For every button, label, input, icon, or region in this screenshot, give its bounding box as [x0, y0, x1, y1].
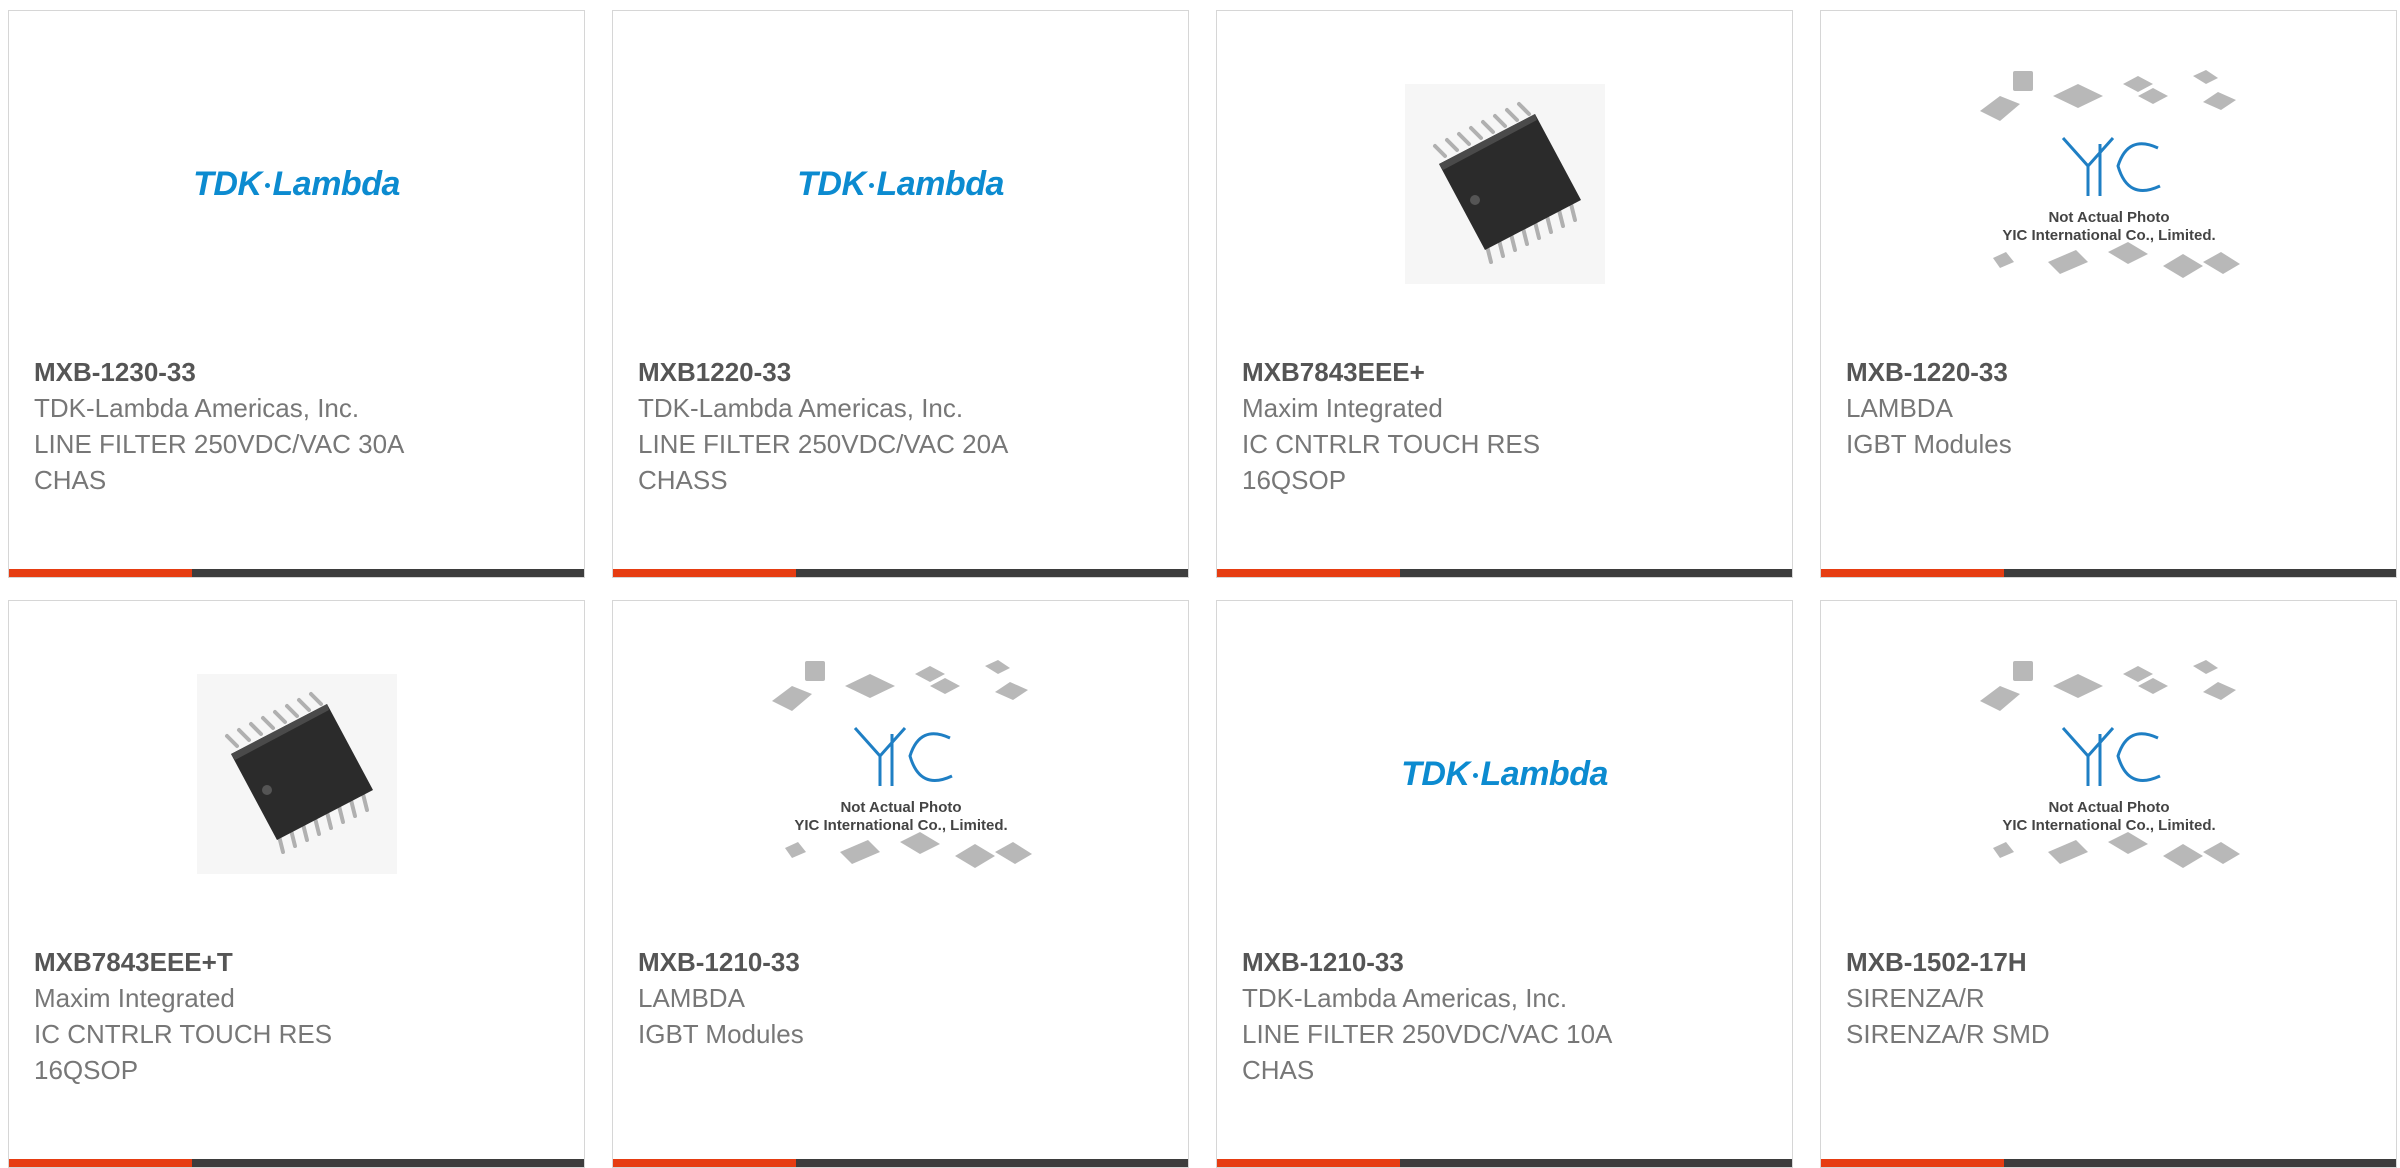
part-number[interactable]: MXB7843EEE+T — [34, 944, 444, 980]
tdk-lambda-logo: TDK Lambda — [797, 164, 1004, 203]
manufacturer: TDK-Lambda Americas, Inc. — [1242, 983, 1568, 1013]
card-footer-bar — [9, 1159, 584, 1167]
description: IC CNTRLR TOUCH RES — [34, 1019, 333, 1049]
product-info: MXB1220-33 TDK-Lambda Americas, Inc. LIN… — [638, 354, 1048, 498]
product-info: MXB7843EEE+ Maxim Integrated IC CNTRLR T… — [1242, 354, 1652, 498]
product-image[interactable]: Not Actual Photo YIC International Co., … — [1821, 659, 2396, 889]
card-footer-bar — [9, 569, 584, 577]
product-image[interactable] — [9, 659, 584, 889]
product-info: MXB-1210-33 TDK-Lambda Americas, Inc. LI… — [1242, 944, 1652, 1088]
ic-chip-photo — [1404, 84, 1605, 284]
product-card[interactable]: Not Actual Photo YIC International Co., … — [612, 600, 1189, 1168]
product-card[interactable]: MXB7843EEE+T Maxim Integrated IC CNTRLR … — [8, 600, 585, 1168]
product-card[interactable]: Not Actual Photo YIC International Co., … — [1820, 600, 2397, 1168]
product-image[interactable]: TDK Lambda — [613, 69, 1188, 299]
manufacturer: SIRENZA/R — [1846, 983, 1985, 1013]
description: LINE FILTER 250VDC/VAC 30A — [34, 429, 405, 459]
description-continued: 16QSOP — [1242, 465, 1347, 495]
product-info: MXB-1502-17H SIRENZA/R SIRENZA/R SMD — [1846, 944, 2256, 1052]
card-accent-bar — [9, 569, 192, 577]
description-continued: CHAS — [1242, 1055, 1315, 1085]
description: IGBT Modules — [638, 1019, 804, 1049]
card-footer-bar — [613, 569, 1188, 577]
card-accent-bar — [613, 1159, 796, 1167]
product-image[interactable] — [1217, 69, 1792, 299]
ic-chip-photo — [196, 674, 397, 874]
description: IC CNTRLR TOUCH RES — [1242, 429, 1541, 459]
description: IGBT Modules — [1846, 429, 2012, 459]
product-image[interactable]: TDK Lambda — [9, 69, 584, 299]
manufacturer: Maxim Integrated — [1242, 393, 1443, 423]
part-number[interactable]: MXB-1230-33 — [34, 354, 444, 390]
product-card[interactable]: TDK Lambda MXB-1210-33 TDK-Lambda America… — [1216, 600, 1793, 1168]
product-info: MXB7843EEE+T Maxim Integrated IC CNTRLR … — [34, 944, 444, 1088]
product-image[interactable]: TDK Lambda — [1217, 659, 1792, 889]
description-continued: CHAS — [34, 465, 107, 495]
description-continued: 16QSOP — [34, 1055, 139, 1085]
card-footer-bar — [1217, 1159, 1792, 1167]
tdk-lambda-logo: TDK Lambda — [193, 164, 400, 203]
tdk-lambda-logo: TDK Lambda — [1401, 754, 1608, 793]
card-accent-bar — [1217, 1159, 1400, 1167]
product-card[interactable]: TDK Lambda MXB-1230-33 TDK-Lambda America… — [8, 10, 585, 578]
description: LINE FILTER 250VDC/VAC 20A — [638, 429, 1009, 459]
card-accent-bar — [1217, 569, 1400, 577]
card-accent-bar — [1821, 1159, 2004, 1167]
product-card[interactable]: Not Actual Photo YIC International Co., … — [1820, 10, 2397, 578]
product-info: MXB-1210-33 LAMBDA IGBT Modules — [638, 944, 1048, 1052]
description-continued: CHASS — [638, 465, 728, 495]
product-grid: TDK Lambda MXB-1230-33 TDK-Lambda America… — [0, 0, 2400, 1168]
yic-placeholder-image: Not Actual Photo YIC International Co., … — [771, 660, 1032, 868]
part-number[interactable]: MXB-1210-33 — [638, 944, 1048, 980]
product-image[interactable]: Not Actual Photo YIC International Co., … — [1821, 69, 2396, 299]
description: SIRENZA/R SMD — [1846, 1019, 2050, 1049]
yic-placeholder-image: Not Actual Photo YIC International Co., … — [1979, 70, 2240, 278]
card-footer-bar — [1821, 569, 2396, 577]
card-footer-bar — [1821, 1159, 2396, 1167]
card-accent-bar — [9, 1159, 192, 1167]
placeholder-company: YIC International Co., Limited. — [2002, 817, 2215, 834]
card-footer-bar — [1217, 569, 1792, 577]
description: LINE FILTER 250VDC/VAC 10A — [1242, 1019, 1613, 1049]
card-footer-bar — [613, 1159, 1188, 1167]
manufacturer: Maxim Integrated — [34, 983, 235, 1013]
product-image[interactable]: Not Actual Photo YIC International Co., … — [613, 659, 1188, 889]
part-number[interactable]: MXB-1210-33 — [1242, 944, 1652, 980]
card-accent-bar — [1821, 569, 2004, 577]
manufacturer: LAMBDA — [1846, 393, 1953, 423]
placeholder-caption: Not Actual Photo — [840, 799, 961, 816]
part-number[interactable]: MXB1220-33 — [638, 354, 1048, 390]
product-card[interactable]: MXB7843EEE+ Maxim Integrated IC CNTRLR T… — [1216, 10, 1793, 578]
card-accent-bar — [613, 569, 796, 577]
product-card[interactable]: TDK Lambda MXB1220-33 TDK-Lambda Americas… — [612, 10, 1189, 578]
manufacturer: TDK-Lambda Americas, Inc. — [638, 393, 964, 423]
placeholder-company: YIC International Co., Limited. — [794, 817, 1007, 834]
placeholder-caption: Not Actual Photo — [2048, 209, 2169, 226]
placeholder-company: YIC International Co., Limited. — [2002, 227, 2215, 244]
part-number[interactable]: MXB7843EEE+ — [1242, 354, 1652, 390]
manufacturer: LAMBDA — [638, 983, 745, 1013]
part-number[interactable]: MXB-1502-17H — [1846, 944, 2256, 980]
product-info: MXB-1220-33 LAMBDA IGBT Modules — [1846, 354, 2256, 462]
manufacturer: TDK-Lambda Americas, Inc. — [34, 393, 360, 423]
part-number[interactable]: MXB-1220-33 — [1846, 354, 2256, 390]
product-info: MXB-1230-33 TDK-Lambda Americas, Inc. LI… — [34, 354, 444, 498]
yic-placeholder-image: Not Actual Photo YIC International Co., … — [1979, 660, 2240, 868]
placeholder-caption: Not Actual Photo — [2048, 799, 2169, 816]
